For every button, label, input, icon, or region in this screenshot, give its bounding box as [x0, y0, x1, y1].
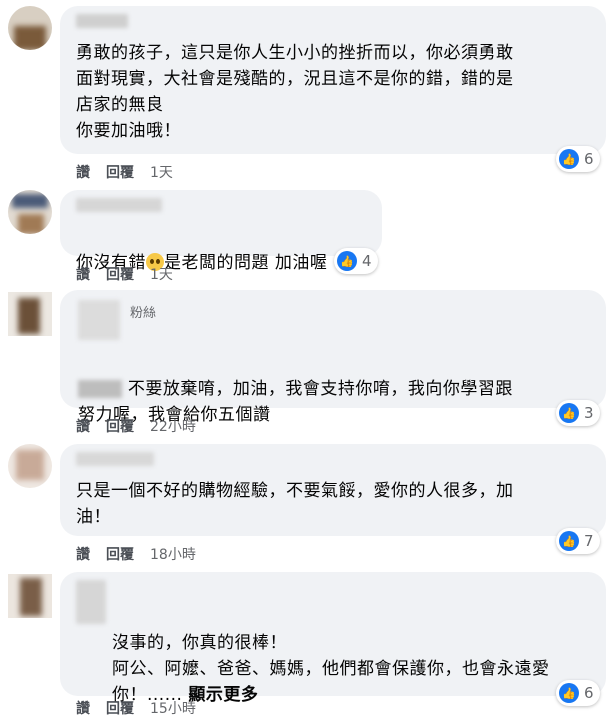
avatar[interactable] [8, 190, 52, 234]
reaction-count[interactable]: 👍 6 [556, 680, 600, 706]
reaction-count[interactable]: 👍 3 [556, 400, 600, 426]
reaction-count[interactable]: 👍 7 [556, 528, 600, 554]
like-button[interactable]: 讚 [76, 544, 90, 564]
comment-time[interactable]: 1天 [150, 162, 173, 182]
comment-text: 沒事的，你真的很棒！ 阿公、阿嬤、爸爸、媽媽，他們都會保護你，也會永遠愛 你！.… [112, 633, 550, 705]
reply-button[interactable]: 回覆 [106, 162, 134, 182]
commenter-name[interactable] [78, 300, 120, 340]
mentioned-user[interactable] [78, 380, 122, 398]
reaction-count[interactable]: 👍 4 [334, 248, 378, 274]
thumbs-up-icon: 👍 [337, 251, 357, 271]
reply-button[interactable]: 回覆 [106, 698, 134, 718]
comment-actions: 讚回覆 15小時 [76, 698, 212, 718]
comment-time[interactable]: 1天 [150, 264, 173, 284]
thumbs-up-icon: 👍 [559, 683, 579, 703]
commenter-name[interactable] [76, 198, 162, 212]
thumbs-up-icon: 👍 [559, 149, 579, 169]
comment-actions: 讚回覆 1天 [76, 264, 189, 284]
fan-badge: 粉絲 [130, 306, 157, 321]
reply-button[interactable]: 回覆 [106, 264, 134, 284]
like-button[interactable]: 讚 [76, 264, 90, 284]
comment-actions: 讚回覆 18小時 [76, 544, 212, 564]
comment-actions: 讚回覆 22小時 [76, 416, 212, 436]
comment-time[interactable]: 18小時 [150, 544, 196, 564]
avatar[interactable] [8, 292, 52, 336]
comment-time[interactable]: 15小時 [150, 698, 196, 718]
avatar[interactable] [8, 574, 52, 618]
comment-text: 勇敢的孩子，這只是你人生小小的挫折而以，你必須勇敢 面對現實，大社會是殘酷的，況… [76, 43, 514, 141]
comment-time[interactable]: 22小時 [150, 416, 196, 436]
like-button[interactable]: 讚 [76, 162, 90, 182]
comment-text: 只是一個不好的購物經驗，不要氣餒，愛你的人很多，加 油！ [76, 481, 514, 527]
commenter-name[interactable] [76, 580, 106, 624]
reply-button[interactable]: 回覆 [106, 416, 134, 436]
like-button[interactable]: 讚 [76, 416, 90, 436]
avatar[interactable] [8, 444, 52, 488]
thumbs-up-icon: 👍 [559, 403, 579, 423]
commenter-name[interactable] [76, 452, 154, 466]
reaction-count[interactable]: 👍 6 [556, 146, 600, 172]
like-button[interactable]: 讚 [76, 698, 90, 718]
reply-button[interactable]: 回覆 [106, 544, 134, 564]
commenter-name[interactable] [76, 14, 128, 28]
comment-actions: 讚回覆 1天 [76, 162, 189, 182]
avatar[interactable] [8, 6, 52, 50]
thumbs-up-icon: 👍 [559, 531, 579, 551]
